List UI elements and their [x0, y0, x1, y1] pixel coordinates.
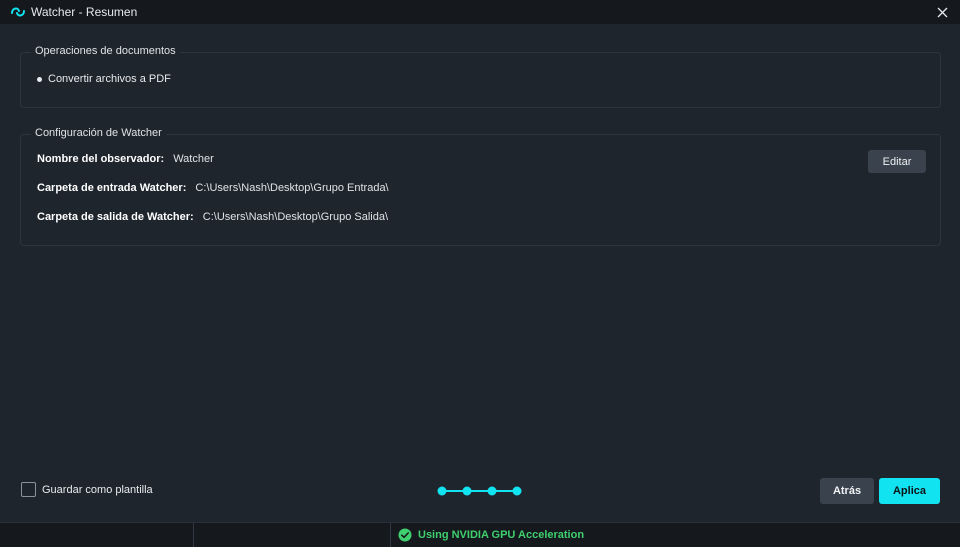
title-bar: Watcher - Resumen: [0, 0, 960, 24]
status-divider: [390, 523, 391, 547]
close-icon: [937, 7, 947, 17]
output-folder-label: Carpeta de salida de Watcher:: [37, 211, 194, 223]
operations-panel: Operaciones de documentos Convertir arch…: [20, 45, 941, 108]
bullet-icon: [37, 76, 42, 82]
config-panel: Configuración de Watcher Nombre del obse…: [20, 127, 941, 246]
edit-button[interactable]: Editar: [868, 150, 926, 173]
save-template-checkbox[interactable]: Guardar como plantilla: [21, 482, 153, 497]
watcher-logo-icon: [9, 4, 27, 20]
window-title: Watcher - Resumen: [31, 5, 138, 19]
back-button[interactable]: Atrás: [820, 478, 874, 504]
watcher-name-value: Watcher: [173, 153, 214, 165]
close-button[interactable]: [932, 2, 952, 22]
gpu-status-text: Using NVIDIA GPU Acceleration: [418, 529, 585, 541]
output-folder-row: Carpeta de salida de Watcher: C:\Users\N…: [37, 211, 388, 223]
step-dot-4: [512, 486, 522, 496]
step-dot-3: [487, 486, 497, 496]
config-legend: Configuración de Watcher: [31, 127, 166, 139]
operation-label: Convertir archivos a PDF: [48, 73, 171, 85]
watcher-name-label: Nombre del observador:: [37, 153, 165, 165]
list-item: Convertir archivos a PDF: [37, 73, 171, 85]
input-folder-label: Carpeta de entrada Watcher:: [37, 182, 187, 194]
gpu-status: Using NVIDIA GPU Acceleration: [398, 528, 584, 542]
watcher-name-row: Nombre del observador: Watcher: [37, 153, 214, 165]
save-template-label: Guardar como plantilla: [42, 483, 153, 496]
status-bar: Using NVIDIA GPU Acceleration: [0, 522, 960, 547]
step-progress: [437, 486, 522, 496]
operations-legend: Operaciones de documentos: [31, 45, 180, 57]
step-dot-1: [437, 486, 447, 496]
input-folder-row: Carpeta de entrada Watcher: C:\Users\Nas…: [37, 182, 389, 194]
step-dot-2: [462, 486, 472, 496]
checkbox-box[interactable]: [21, 482, 36, 497]
check-circle-icon: [398, 528, 412, 542]
output-folder-value: C:\Users\Nash\Desktop\Grupo Salida\: [202, 211, 389, 223]
apply-button[interactable]: Aplica: [879, 478, 940, 504]
input-folder-value: C:\Users\Nash\Desktop\Grupo Entrada\: [195, 182, 389, 194]
status-divider: [193, 523, 194, 547]
